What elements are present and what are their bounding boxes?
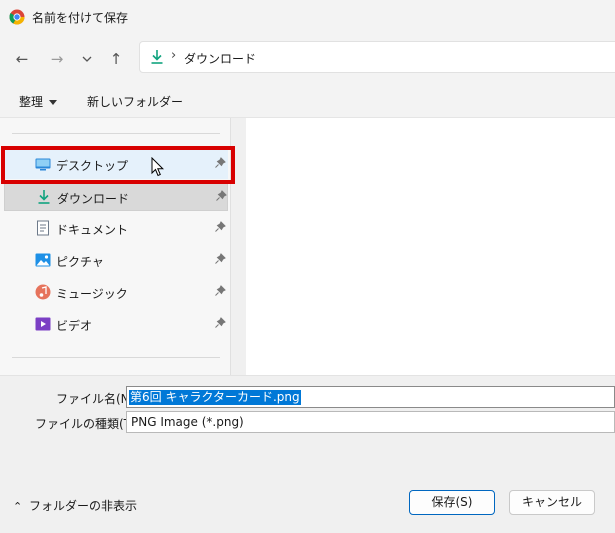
music-icon [35,284,51,300]
video-icon [35,317,51,331]
sidebar-item-music[interactable]: ミュージック [4,277,228,307]
file-type-value: PNG Image (*.png) [131,415,244,429]
cancel-button[interactable]: キャンセル [509,490,595,515]
file-name-input[interactable]: 第6回 キャラクターカード.png [126,386,615,408]
back-button[interactable]: ← [11,48,33,70]
address-bar[interactable]: › ダウンロード [139,41,615,73]
arrow-left-icon: ← [15,50,29,68]
pin-icon[interactable] [214,253,226,265]
file-name-selected-text: 第6回 キャラクターカード.png [129,390,301,405]
sidebar-item-pictures[interactable]: ピクチャ [4,245,228,275]
breadcrumb-separator: › [171,48,177,63]
breadcrumb-current-folder[interactable]: ダウンロード [184,50,256,67]
sidebar-item-label: ドキュメント [56,223,129,237]
arrow-right-icon: → [50,50,64,68]
arrow-up-icon: ↑ [109,50,123,68]
highlight-box [1,146,235,184]
title-bar: 名前を付けて保存 [0,0,615,34]
mouse-cursor-icon [151,157,165,177]
pin-icon[interactable] [214,317,226,329]
sidebar-item-label: ビデオ [56,319,93,333]
sidebar-item-label: ミュージック [56,287,128,301]
window-title: 名前を付けて保存 [32,11,129,25]
sidebar-item-downloads[interactable]: ダウンロード [4,181,228,211]
pin-icon[interactable] [215,190,227,202]
sidebar-item-label: ピクチャ [56,255,104,269]
pictures-icon [35,253,51,267]
download-icon [151,50,163,64]
command-bar: 整理 新しいフォルダー [0,84,615,118]
recent-locations-button[interactable] [76,48,98,70]
dropdown-arrow-icon [49,100,58,105]
chevron-up-icon: ⌃ [13,500,23,513]
forward-button[interactable]: → [46,48,68,70]
file-list-pane[interactable] [246,118,615,375]
file-type-label: ファイルの種類(T): [35,417,140,431]
divider [12,133,220,134]
sidebar-item-documents[interactable]: ドキュメント [4,213,228,243]
organize-button[interactable]: 整理 [19,93,58,110]
save-button[interactable]: 保存(S) [409,490,495,515]
file-type-select[interactable]: PNG Image (*.png) [126,411,615,433]
divider [12,357,220,358]
pin-icon[interactable] [214,285,226,297]
chrome-icon [9,9,25,25]
document-icon [37,220,49,236]
pin-icon[interactable] [214,221,226,233]
sidebar-item-videos[interactable]: ビデオ [4,309,228,339]
sidebar-item-label: ダウンロード [57,192,130,206]
hide-folders-toggle[interactable]: ⌃ フォルダーの非表示 [13,497,137,514]
download-icon [38,190,50,204]
new-folder-button[interactable]: 新しいフォルダー [87,93,183,110]
up-button[interactable]: ↑ [105,48,127,70]
chevron-down-icon [82,56,92,62]
